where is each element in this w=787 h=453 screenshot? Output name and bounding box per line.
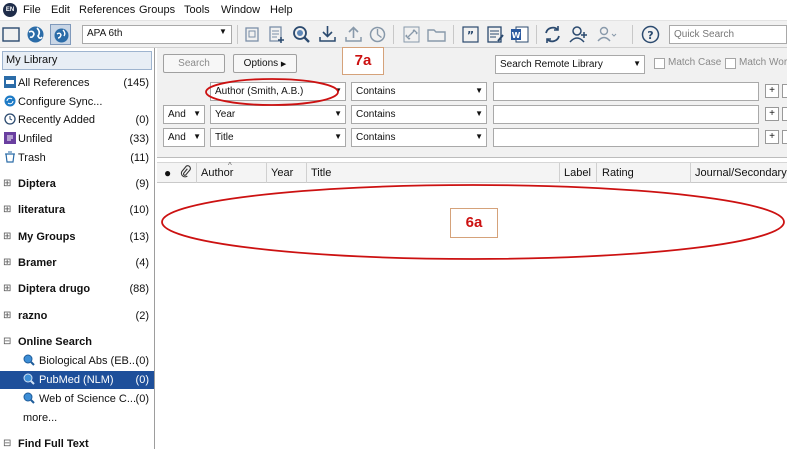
annotation-label-7a: 7a — [342, 47, 384, 75]
annotation-overlay — [161, 78, 785, 260]
annotation-ellipse-7a — [205, 78, 339, 106]
annotation-label-6a: 6a — [450, 208, 498, 238]
